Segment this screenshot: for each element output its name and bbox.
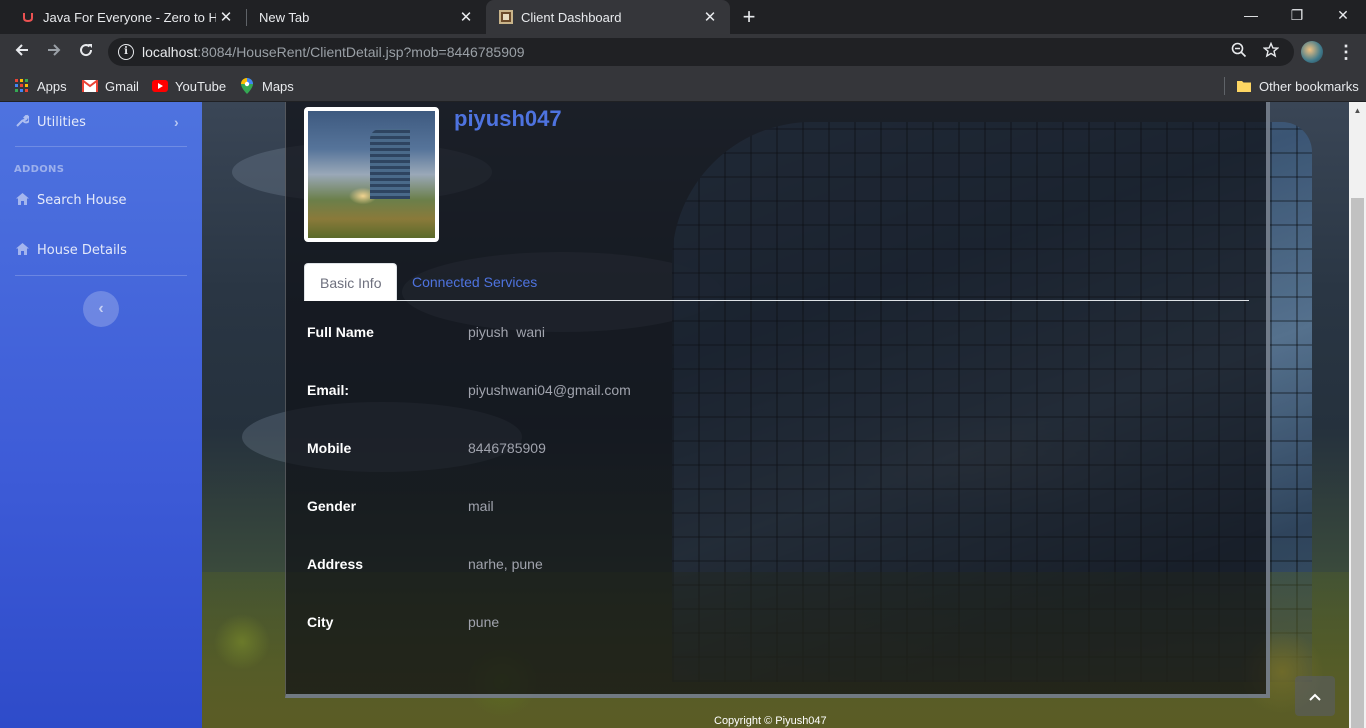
- footer-copyright: Copyright © Piyush047: [714, 715, 827, 727]
- other-bookmarks-label: Other bookmarks: [1259, 78, 1359, 94]
- home-icon: [15, 243, 29, 258]
- url-text: localhost:8084/HouseRent/ClientDetail.js…: [142, 44, 525, 60]
- profile-photo: [304, 107, 439, 242]
- profile-card: piyush047 Basic Info Connected Services …: [285, 102, 1270, 698]
- sidebar-item-label: Search House: [37, 193, 127, 208]
- bookmark-label: Maps: [262, 78, 294, 94]
- minimize-button[interactable]: —: [1228, 0, 1274, 30]
- field-value: 8446785909: [468, 440, 546, 456]
- bookmark-youtube[interactable]: YouTube: [152, 76, 226, 96]
- close-icon[interactable]: ✕: [216, 8, 236, 26]
- forward-arrow-icon[interactable]: [40, 38, 68, 66]
- bookmark-label: Gmail: [105, 78, 139, 94]
- field-label: Email:: [307, 382, 350, 398]
- browser-tabstrip: Java For Everyone - Zero to Hero ✕ New T…: [0, 0, 1366, 34]
- sidebar-item-house-details[interactable]: House Details: [15, 243, 127, 258]
- folder-icon: [1236, 78, 1252, 94]
- scrollbar-thumb[interactable]: [1351, 198, 1364, 728]
- tab-client-dashboard[interactable]: Client Dashboard ✕: [486, 0, 730, 34]
- bookmarks-bar: Apps Gmail YouTube Maps Other bookmarks: [0, 70, 1366, 102]
- new-tab-button[interactable]: +: [736, 4, 762, 30]
- back-arrow-icon[interactable]: [8, 38, 36, 66]
- field-value: pune: [468, 614, 500, 630]
- close-icon[interactable]: ✕: [456, 8, 476, 26]
- tab-title: Client Dashboard: [521, 9, 622, 25]
- bookmark-label: Apps: [37, 78, 67, 94]
- field-label: Mobile: [307, 440, 352, 456]
- site-info-icon[interactable]: i: [118, 44, 134, 60]
- home-icon: [15, 193, 29, 208]
- field-label: Address: [307, 556, 364, 572]
- chevron-right-icon[interactable]: ›: [174, 114, 179, 130]
- close-icon[interactable]: ✕: [700, 8, 720, 26]
- field-value: mail: [468, 498, 494, 514]
- sidebar: Utilities › ADDONS Search House House De…: [0, 102, 202, 728]
- sidebar-item-label: Utilities: [37, 114, 86, 130]
- field-value: narhe, pune: [468, 556, 543, 572]
- bookmarks-divider: [1224, 77, 1225, 95]
- scroll-to-top-button[interactable]: [1295, 676, 1335, 716]
- bookmark-gmail[interactable]: Gmail: [82, 76, 139, 96]
- bookmark-label: YouTube: [175, 78, 227, 94]
- field-label: City: [307, 614, 334, 630]
- window-close-button[interactable]: ✕: [1320, 0, 1366, 30]
- udemy-icon: [20, 9, 36, 25]
- tab-title: Java For Everyone - Zero to Hero: [43, 9, 216, 25]
- profile-photo-building: [370, 129, 410, 199]
- profile-avatar[interactable]: [1301, 41, 1323, 63]
- field-label: Gender: [307, 498, 357, 514]
- sidebar-toggle-button[interactable]: ‹: [83, 291, 119, 327]
- field-value: piyush wani: [468, 324, 546, 340]
- tab-connected-services[interactable]: Connected Services: [397, 263, 552, 301]
- sidebar-heading-addons: ADDONS: [14, 164, 65, 175]
- other-bookmarks[interactable]: Other bookmarks: [1236, 76, 1359, 96]
- restore-button[interactable]: ❐: [1274, 0, 1320, 30]
- browser-toolbar: i localhost:8084/HouseRent/ClientDetail.…: [0, 34, 1366, 70]
- profile-username: piyush047: [454, 106, 562, 131]
- page-viewport: Utilities › ADDONS Search House House De…: [0, 102, 1366, 728]
- page-favicon-icon: [498, 9, 514, 25]
- youtube-icon: [152, 78, 168, 94]
- wrench-icon: [15, 114, 30, 130]
- field-label: Full Name: [307, 324, 374, 340]
- profile-tabs: Basic Info Connected Services: [304, 263, 1249, 301]
- address-bar[interactable]: i localhost:8084/HouseRent/ClientDetail.…: [108, 38, 1294, 66]
- bookmark-apps[interactable]: Apps: [14, 76, 67, 96]
- reload-icon[interactable]: [72, 38, 100, 66]
- field-value: piyushwani04@gmail.com: [468, 382, 631, 398]
- sidebar-item-utilities[interactable]: Utilities: [15, 114, 86, 130]
- sidebar-divider: [15, 275, 187, 276]
- zoom-icon[interactable]: [1229, 42, 1249, 62]
- apps-grid-icon: [14, 78, 30, 94]
- bookmark-star-icon[interactable]: [1261, 41, 1281, 62]
- maps-icon: [239, 78, 255, 94]
- sidebar-item-search-house[interactable]: Search House: [15, 193, 127, 208]
- tab-basic-info[interactable]: Basic Info: [304, 263, 398, 301]
- sidebar-item-label: House Details: [37, 243, 127, 258]
- menu-kebab-icon[interactable]: ⋮: [1336, 38, 1356, 66]
- tab-new-tab[interactable]: New Tab ✕: [239, 0, 486, 34]
- tab-java-for-everyone[interactable]: Java For Everyone - Zero to Hero ✕: [0, 0, 246, 34]
- tab-title: New Tab: [259, 9, 310, 25]
- gmail-icon: [82, 78, 98, 94]
- sidebar-divider: [15, 146, 187, 147]
- bookmark-maps[interactable]: Maps: [239, 76, 294, 96]
- scroll-up-arrow-icon[interactable]: ▲: [1349, 102, 1366, 119]
